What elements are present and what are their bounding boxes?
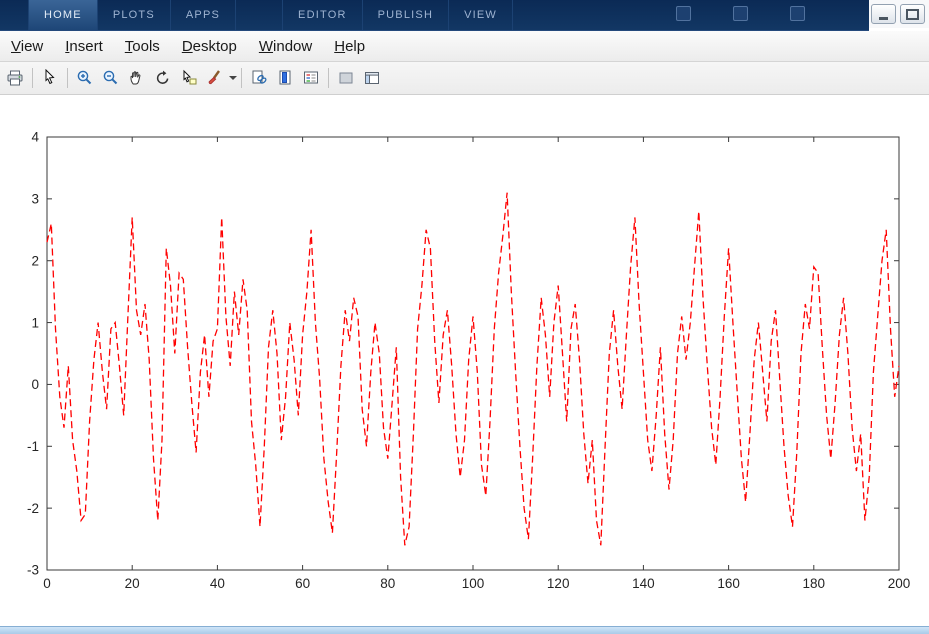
data-cursor-icon <box>183 69 197 85</box>
pan-button[interactable] <box>124 65 150 91</box>
print-button[interactable] <box>2 65 28 91</box>
ribbon-icon[interactable] <box>676 6 691 21</box>
svg-text:2: 2 <box>31 253 39 268</box>
toolbar-separator <box>32 68 33 88</box>
brush-icon <box>208 70 220 85</box>
ribbon-tab-editor[interactable]: EDITOR <box>282 0 363 30</box>
figure-toolbar <box>0 62 929 95</box>
ribbon-bar: HOME PLOTS APPS EDITOR PUBLISH VIEW <box>0 0 869 31</box>
zoom-in-button[interactable] <box>72 65 98 91</box>
ribbon-tab-apps[interactable]: APPS <box>171 0 237 30</box>
hide-plot-tools-button[interactable] <box>333 65 359 91</box>
ribbon-icon[interactable] <box>790 6 805 21</box>
svg-text:180: 180 <box>803 576 826 591</box>
menu-tools[interactable]: Tools <box>114 34 171 59</box>
menu-view[interactable]: View <box>0 34 54 59</box>
toolbar-separator <box>328 68 329 88</box>
show-plot-tools-button[interactable] <box>359 65 385 91</box>
insert-legend-button[interactable] <box>298 65 324 91</box>
svg-text:200: 200 <box>888 576 911 591</box>
svg-text:40: 40 <box>210 576 225 591</box>
figure-canvas[interactable]: 0 20 40 60 80 100 120 140 160 180 200 -3 -2 -1 0 1 2 3 4 <box>0 96 929 627</box>
svg-text:140: 140 <box>632 576 655 591</box>
svg-text:60: 60 <box>295 576 310 591</box>
brush-button[interactable] <box>202 65 228 91</box>
svg-text:0: 0 <box>31 377 39 392</box>
hide-plot-tools-icon <box>339 72 353 84</box>
ribbon-tab-home[interactable]: HOME <box>28 0 98 30</box>
zoom-out-button[interactable] <box>98 65 124 91</box>
ribbon-quick-icons <box>676 6 805 21</box>
svg-text:-2: -2 <box>27 501 39 516</box>
matlab-figure-window: HOME PLOTS APPS EDITOR PUBLISH VIEW View… <box>0 0 929 634</box>
svg-text:-1: -1 <box>27 439 39 454</box>
rotate-3d-button[interactable] <box>150 65 176 91</box>
maximize-icon <box>906 8 919 20</box>
svg-text:20: 20 <box>125 576 140 591</box>
svg-text:4: 4 <box>31 130 39 145</box>
window-controls <box>869 0 929 28</box>
svg-text:-3: -3 <box>27 563 39 578</box>
zoom-out-icon <box>103 70 118 85</box>
edit-plot-button[interactable] <box>37 65 63 91</box>
show-plot-tools-icon <box>365 72 379 84</box>
menu-help[interactable]: Help <box>323 34 376 59</box>
minimize-button[interactable] <box>871 4 896 24</box>
svg-text:120: 120 <box>547 576 570 591</box>
ribbon-tab-view[interactable]: VIEW <box>449 0 514 30</box>
link-plot-button[interactable] <box>246 65 272 91</box>
ribbon-tab-publish[interactable]: PUBLISH <box>363 0 450 30</box>
bottom-strip <box>0 626 929 634</box>
svg-text:160: 160 <box>717 576 740 591</box>
data-cursor-button[interactable] <box>176 65 202 91</box>
ribbon-icon[interactable] <box>733 6 748 21</box>
minimize-icon <box>879 16 888 20</box>
svg-text:3: 3 <box>31 192 39 207</box>
maximize-button[interactable] <box>900 4 925 24</box>
plot-axes[interactable]: 0 20 40 60 80 100 120 140 160 180 200 -3 -2 -1 0 1 2 3 4 <box>0 96 929 627</box>
insert-legend-icon <box>304 71 318 84</box>
pan-hand-icon <box>130 71 141 85</box>
print-icon <box>7 70 23 86</box>
ribbon-tab-plots[interactable]: PLOTS <box>98 0 171 30</box>
menu-insert[interactable]: Insert <box>54 34 114 59</box>
zoom-in-icon <box>77 70 92 85</box>
insert-colorbar-icon <box>279 70 291 85</box>
menu-bar: View Insert Tools Desktop Window Help <box>0 31 929 62</box>
arrow-cursor-icon <box>45 69 55 85</box>
svg-text:0: 0 <box>43 576 51 591</box>
insert-colorbar-button[interactable] <box>272 65 298 91</box>
toolbar-separator <box>67 68 68 88</box>
rotate-3d-icon <box>156 70 169 84</box>
brush-dropdown-chevron-icon[interactable] <box>229 76 237 80</box>
toolbar-separator <box>241 68 242 88</box>
svg-text:80: 80 <box>380 576 395 591</box>
svg-text:1: 1 <box>31 315 39 330</box>
menu-desktop[interactable]: Desktop <box>171 34 248 59</box>
menu-window[interactable]: Window <box>248 34 323 59</box>
link-plots-icon <box>252 70 267 84</box>
svg-text:100: 100 <box>462 576 485 591</box>
